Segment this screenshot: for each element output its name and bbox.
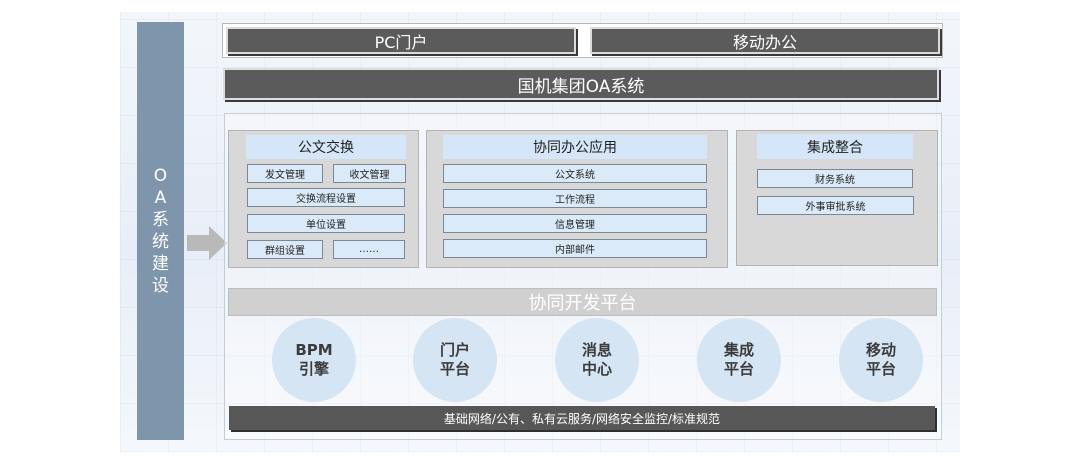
item-document-system: 公文系统	[443, 164, 707, 183]
item-outgoing-docs: 发文管理	[247, 164, 323, 183]
pc-portal-bar: PC门户	[226, 27, 576, 54]
group-title-collab-apps: 协同办公应用	[443, 135, 707, 159]
platform-mobile-line1: 移动	[865, 341, 896, 359]
item-exchange-flow-settings: 交换流程设置	[247, 188, 405, 207]
platform-bpm-line1: BPM	[295, 341, 333, 359]
item-ellipsis: ……	[333, 240, 405, 259]
platform-integration: 集成 平台	[697, 318, 781, 402]
platform-mobile-line2: 平台	[865, 360, 896, 378]
item-foreign-affairs-approval: 外事审批系统	[757, 196, 914, 215]
base-infrastructure-bar: 基础网络/公有、私有云服务/网络安全监控/标准规范	[229, 406, 935, 430]
platform-bpm-engine: BPM 引擎	[272, 318, 356, 402]
platform-portal-line2: 平台	[439, 360, 470, 378]
item-info-management: 信息管理	[443, 214, 707, 233]
platform-message-line1: 消息	[581, 341, 612, 359]
sidebar-oa-construction: OA系统建设	[137, 22, 184, 440]
mobile-office-bar: 移动办公	[590, 27, 940, 54]
platform-message-center: 消息 中心	[555, 318, 639, 402]
item-internal-mail: 内部邮件	[443, 239, 707, 258]
platform-integration-line1: 集成	[723, 341, 754, 359]
sidebar-label: OA系统建设	[152, 166, 169, 296]
item-incoming-docs: 收文管理	[333, 164, 406, 183]
platform-mobile: 移动 平台	[839, 318, 923, 402]
item-group-settings: 群组设置	[247, 240, 323, 259]
item-finance-system: 财务系统	[757, 169, 913, 188]
group-title-integration: 集成整合	[757, 134, 913, 159]
oa-system-bar: 国机集团OA系统	[223, 68, 939, 100]
platform-integration-line2: 平台	[723, 360, 754, 378]
platform-bpm-line2: 引擎	[298, 360, 329, 378]
item-unit-settings: 单位设置	[247, 214, 405, 233]
collab-dev-platform-bar: 协同开发平台	[228, 288, 937, 316]
platform-portal-line1: 门户	[439, 341, 470, 359]
arrow-right-icon	[187, 226, 227, 260]
platform-portal: 门户 平台	[413, 318, 497, 402]
item-workflow: 工作流程	[443, 189, 707, 208]
platform-message-line2: 中心	[581, 360, 612, 378]
group-title-doc-exchange: 公文交换	[246, 135, 406, 159]
